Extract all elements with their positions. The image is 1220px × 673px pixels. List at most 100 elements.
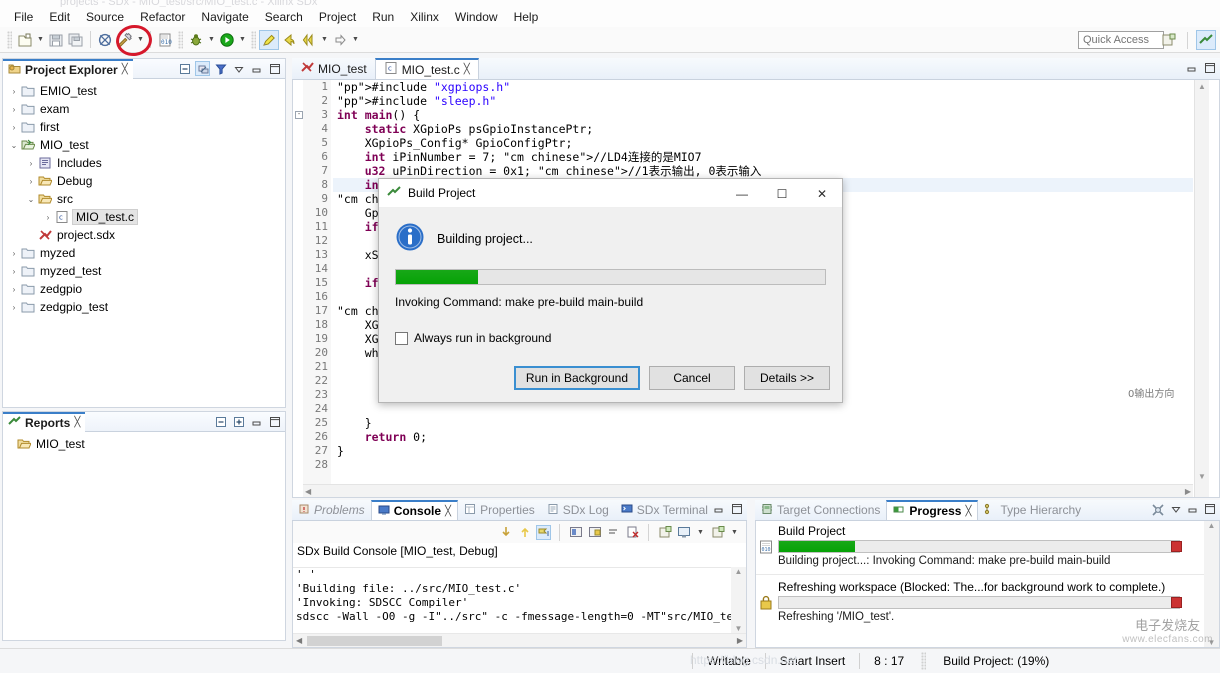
menu-navigate[interactable]: Navigate <box>193 8 256 26</box>
code-line[interactable]: int main() { <box>333 108 1193 122</box>
open-console-icon[interactable] <box>710 525 725 540</box>
highlight-marker-icon[interactable] <box>259 30 279 50</box>
view-menu-icon[interactable] <box>1170 503 1182 520</box>
dialog-maximize-button[interactable]: ☐ <box>762 179 802 208</box>
maximize-icon[interactable] <box>267 61 282 76</box>
editor-tab-mio_test-c[interactable]: cMIO_test.c╳ <box>375 58 479 79</box>
code-line[interactable]: } <box>333 416 1193 430</box>
dialog-button-details[interactable]: Details >> <box>744 366 830 390</box>
build-dropdown-icon[interactable]: ▼ <box>135 30 146 50</box>
minimize-icon[interactable] <box>713 503 725 518</box>
always-run-in-background-row[interactable]: Always run in background <box>395 331 551 345</box>
build-hammer-icon[interactable] <box>115 30 135 50</box>
tree-item-first[interactable]: ›first <box>3 118 285 136</box>
run-icon[interactable] <box>217 30 237 50</box>
close-icon[interactable]: ╳ <box>464 64 470 75</box>
tree-expander-icon[interactable]: ⌄ <box>7 141 21 150</box>
new-file-icon[interactable] <box>15 30 35 50</box>
fold-toggle-icon[interactable]: - <box>295 111 303 119</box>
tree-item-mio_test-c[interactable]: ›cMIO_test.c <box>3 208 285 226</box>
minimize-icon[interactable] <box>249 414 264 429</box>
view-menu-icon[interactable] <box>231 61 246 76</box>
back-arrow-icon[interactable] <box>279 30 299 50</box>
menu-search[interactable]: Search <box>257 8 311 26</box>
pin-console-icon[interactable] <box>536 525 551 540</box>
tree-item-myzed[interactable]: ›myzed <box>3 244 285 262</box>
dialog-close-button[interactable]: ✕ <box>802 179 842 208</box>
open-perspective-icon[interactable] <box>1159 30 1179 50</box>
toolbar-grip-3[interactable] <box>251 31 256 49</box>
tree-expander-icon[interactable]: › <box>24 159 38 168</box>
build-clean-icon[interactable] <box>95 30 115 50</box>
tree-item-emio_test[interactable]: ›EMIO_test <box>3 82 285 100</box>
dialog-titlebar[interactable]: Build Project — ☐ ✕ <box>379 179 842 208</box>
editor-horizontal-scrollbar[interactable]: ◀ ▶ <box>303 484 1193 497</box>
code-line[interactable]: "pp">#include "sleep.h" <box>333 94 1193 108</box>
open-console-dropdown-icon[interactable]: ▼ <box>729 522 740 542</box>
scroll-down-icon[interactable]: ▼ <box>731 624 746 633</box>
minimize-icon[interactable] <box>1187 503 1199 520</box>
quick-access-input[interactable] <box>1078 31 1164 49</box>
scroll-left-icon[interactable]: ◀ <box>305 487 311 496</box>
console-tab-console[interactable]: Console╳ <box>371 500 458 520</box>
debug-dropdown-icon[interactable]: ▼ <box>206 30 217 50</box>
maximize-icon[interactable] <box>1204 503 1216 520</box>
filter-icon[interactable] <box>213 61 228 76</box>
tree-item-zedgpio_test[interactable]: ›zedgpio_test <box>3 298 285 316</box>
maximize-icon[interactable] <box>1204 62 1216 77</box>
tree-expander-icon[interactable]: › <box>7 285 21 294</box>
console-tab-properties[interactable]: Properties <box>458 500 541 520</box>
display-console-icon[interactable] <box>676 525 691 540</box>
code-line[interactable]: } <box>333 444 1193 458</box>
editor-vertical-scrollbar[interactable]: ▲ ▼ <box>1194 80 1209 497</box>
tree-item-zedgpio[interactable]: ›zedgpio <box>3 280 285 298</box>
tab-reports[interactable]: Reports ╳ <box>3 412 85 432</box>
menu-help[interactable]: Help <box>506 8 547 26</box>
code-line[interactable]: static XGpioPs psGpioInstancePtr; <box>333 122 1193 136</box>
new-console-view-icon[interactable] <box>657 525 672 540</box>
scroll-down-icon[interactable]: ▼ <box>1195 470 1209 484</box>
maximize-icon[interactable] <box>731 503 743 518</box>
minimize-icon[interactable] <box>1186 62 1198 77</box>
console-tab-sdx-log[interactable]: SDx Log <box>541 500 615 520</box>
console-tab-sdx-terminal[interactable]: SDx Terminal <box>615 500 714 520</box>
console-scroll-thumb[interactable] <box>307 636 442 646</box>
scroll-lock-down-icon[interactable] <box>498 525 513 540</box>
progress-job[interactable]: Build ProjectBuilding project...: Invoki… <box>756 521 1204 572</box>
code-line[interactable]: int iPinNumber = 7; "cm chinese">//LD4连接… <box>333 150 1193 164</box>
always-run-in-background-checkbox[interactable] <box>395 332 408 345</box>
binary-icon[interactable]: 010 <box>155 30 175 50</box>
display-console-dropdown-icon[interactable]: ▼ <box>695 522 706 542</box>
tree-expander-icon[interactable]: › <box>7 123 21 132</box>
clear-icon[interactable] <box>606 525 621 540</box>
dialog-button-cancel[interactable]: Cancel <box>649 366 735 390</box>
menu-xilinx[interactable]: Xilinx <box>402 8 447 26</box>
progress-job-stop-button[interactable] <box>1171 541 1182 552</box>
sdx-perspective-icon[interactable] <box>1196 30 1216 50</box>
status-build-progress[interactable]: Build Project: (19%) <box>929 654 1063 668</box>
menu-edit[interactable]: Edit <box>41 8 78 26</box>
tree-expander-icon[interactable]: › <box>7 87 21 96</box>
progress-tab-target-connections[interactable]: Target Connections <box>755 500 886 520</box>
tree-item-myzed_test[interactable]: ›myzed_test <box>3 262 285 280</box>
close-icon[interactable]: ╳ <box>445 506 451 517</box>
menu-project[interactable]: Project <box>311 8 364 26</box>
code-line[interactable]: XGpioPs_Config* GpioConfigPtr; <box>333 136 1193 150</box>
code-line[interactable]: "pp">#include "xgpiops.h" <box>333 80 1193 94</box>
menu-file[interactable]: File <box>6 8 41 26</box>
close-icon[interactable]: ╳ <box>74 417 80 428</box>
code-line[interactable]: return 0; <box>333 430 1193 444</box>
reports-tree[interactable]: MIO_test <box>3 432 285 453</box>
collapse-all-icon[interactable] <box>177 61 192 76</box>
scroll-right-icon[interactable]: ▶ <box>1185 487 1191 496</box>
menu-refactor[interactable]: Refactor <box>132 8 193 26</box>
console-output[interactable]: ' ''Building file: ../src/MIO_test.c''In… <box>293 567 731 633</box>
debug-bug-icon[interactable] <box>186 30 206 50</box>
scroll-up-icon[interactable]: ▲ <box>1195 80 1209 94</box>
editor-fold-column[interactable]: - <box>293 80 303 497</box>
dialog-minimize-button[interactable]: — <box>722 179 762 208</box>
code-line[interactable] <box>333 402 1193 416</box>
link-with-editor-icon[interactable] <box>195 61 210 76</box>
progress-tab-type-hierarchy[interactable]: Type Hierarchy <box>978 500 1087 520</box>
toolbar-grip[interactable] <box>7 31 12 49</box>
